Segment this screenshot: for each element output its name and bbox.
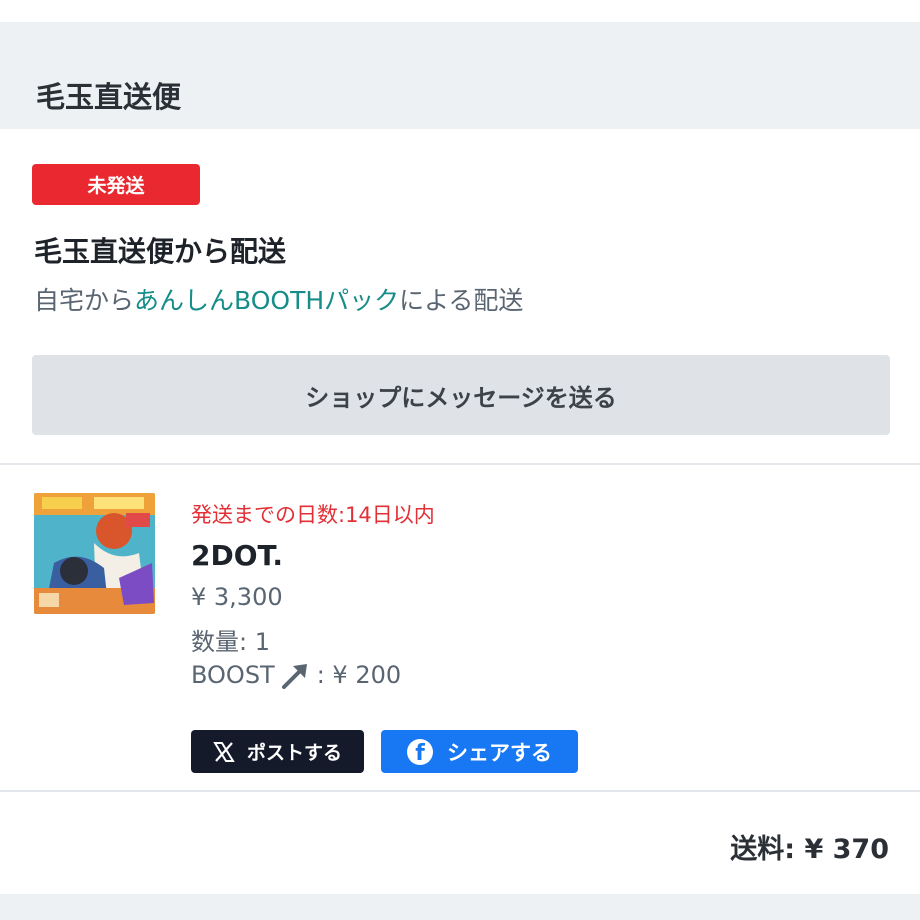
message-shop-button[interactable]: ショップにメッセージを送る [32,355,890,435]
desc-prefix: 自宅から [34,286,135,315]
post-to-x-button[interactable]: ポストする [191,730,364,773]
shipping-method-description: 自宅からあんしんBOOTHパックによる配送 [34,281,523,317]
share-facebook-label: シェアする [447,740,552,765]
share-facebook-button[interactable]: f シェアする [381,730,578,773]
boost-label: BOOST [191,661,275,689]
divider [0,790,920,792]
shipping-days: 発送までの日数:14日以内 [191,503,435,527]
top-strip [0,0,920,22]
facebook-icon: f [407,738,433,765]
section-title: 毛玉直送便 [36,80,182,114]
bottom-background [0,894,920,920]
x-logo-icon [213,741,235,762]
desc-suffix: による配送 [399,286,524,315]
boost-row: BOOST : ¥ 200 [191,661,401,689]
shipping-method-title: 毛玉直送便から配送 [34,235,287,268]
shipping-fee: 送料: ¥ 370 [730,834,889,865]
product-price: ¥ 3,300 [191,583,283,611]
booth-pack-link[interactable]: あんしんBOOTHパック [134,286,399,315]
product-quantity: 数量: 1 [191,628,270,656]
post-to-x-label: ポストする [246,742,342,764]
product-thumbnail[interactable] [34,493,155,614]
product-name[interactable]: 2DOT. [191,539,283,572]
status-badge: 未発送 [32,164,200,205]
boost-arrow-icon [281,661,311,689]
boost-value: : ¥ 200 [316,661,402,689]
divider [0,463,920,465]
